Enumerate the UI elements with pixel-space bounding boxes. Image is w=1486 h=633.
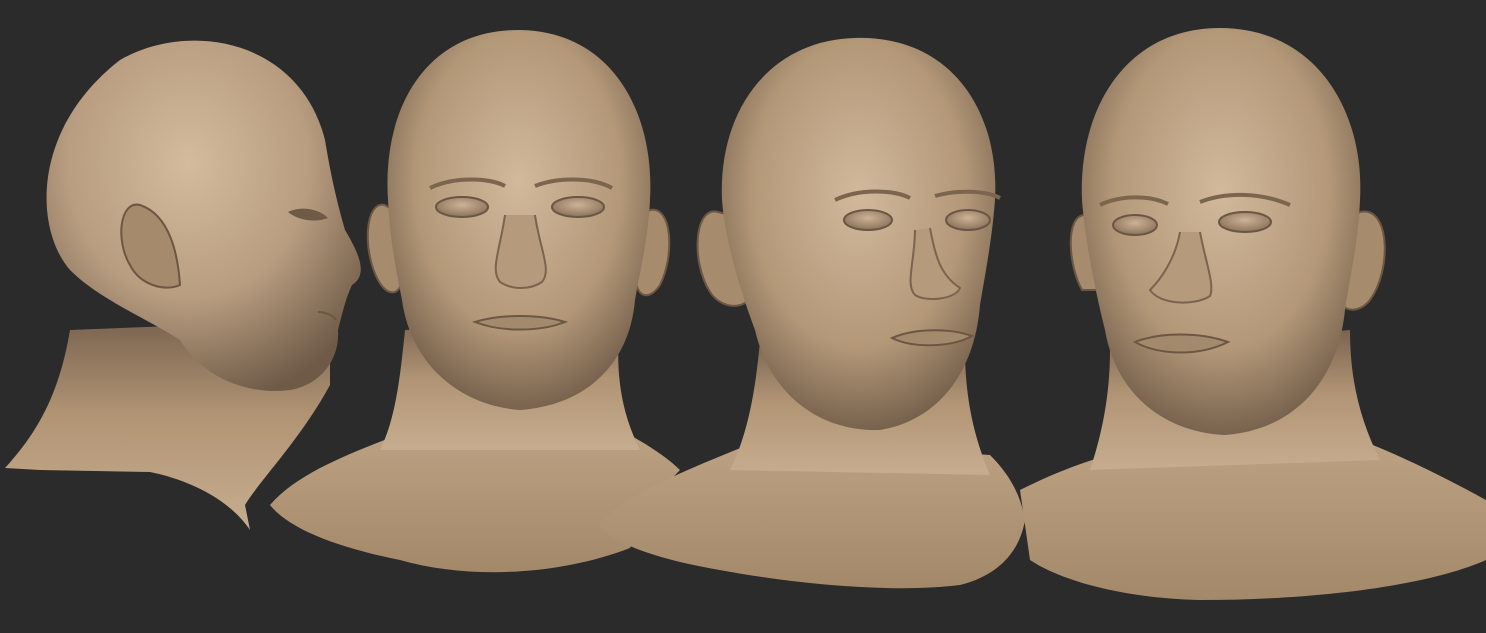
eye-right-three-quarter — [945, 209, 991, 231]
eye-left-three-quarter-right — [1112, 214, 1158, 236]
eye-right-three-quarter-right — [1218, 211, 1272, 233]
head-three-quarter-right — [1020, 28, 1486, 600]
head-profile-right — [5, 40, 361, 530]
shoulders-front — [270, 430, 680, 573]
head-three-quarter-left — [598, 37, 1025, 589]
sculpt-render-viewport — [0, 0, 1486, 633]
eye-left-front — [435, 196, 489, 218]
sculpt-render-canvas — [5, 28, 1486, 600]
eye-left-three-quarter — [843, 209, 893, 231]
eye-right-front — [551, 196, 605, 218]
